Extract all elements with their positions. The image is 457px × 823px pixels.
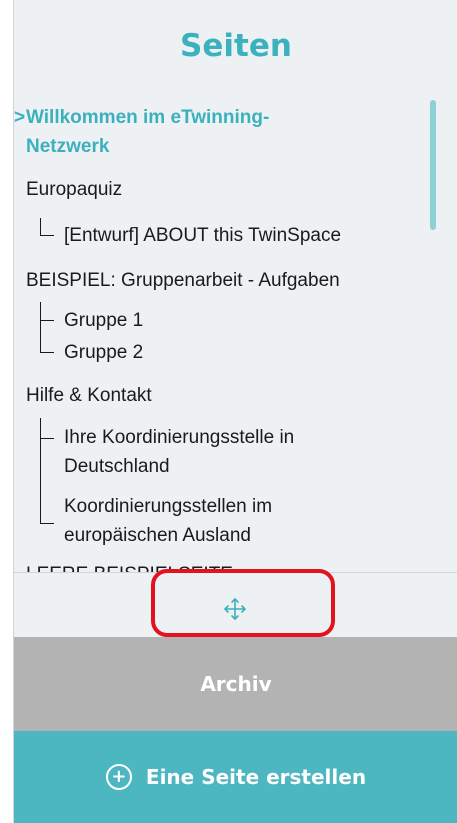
page-label-line2: europäischen Ausland	[64, 525, 251, 546]
tree-connector	[40, 438, 54, 439]
page-label-line1: Willkommen im eTwinning-	[26, 107, 270, 128]
page-label-line2: Deutschland	[64, 456, 170, 477]
tree-connector	[40, 235, 54, 236]
page-item-entwurf-about[interactable]: [Entwurf] ABOUT this TwinSpace	[64, 221, 341, 250]
chevron-right-icon: >	[14, 107, 26, 128]
pages-panel: Seiten > Willkommen im eTwinning- Netzwe…	[13, 0, 457, 823]
archive-button[interactable]: Archiv	[14, 637, 457, 731]
page-item-beispiel-gruppenarbeit[interactable]: BEISPIEL: Gruppenarbeit - Aufgaben	[26, 266, 340, 295]
page-item-europaquiz[interactable]: Europaquiz	[26, 175, 122, 204]
tree-connector	[40, 218, 41, 235]
archive-label: Archiv	[200, 672, 272, 696]
create-page-label: Eine Seite erstellen	[145, 765, 367, 789]
page-item-hilfe-kontakt[interactable]: Hilfe & Kontakt	[26, 381, 152, 410]
page-item-koordinierungsstelle-de[interactable]: Ihre Koordinierungsstelle in Deutschland	[64, 423, 294, 481]
page-item-koordinierungsstellen-ausland[interactable]: Koordinierungsstellen im europäischen Au…	[64, 492, 272, 550]
tree-connector	[40, 523, 54, 524]
tree-connector	[40, 418, 41, 523]
scrollbar[interactable]	[430, 100, 436, 230]
page-label-line1: Koordinierungsstellen im	[64, 496, 273, 517]
page-tree[interactable]: > Willkommen im eTwinning- Netzwerk Euro…	[14, 100, 432, 572]
page-item-willkommen[interactable]: > Willkommen im eTwinning- Netzwerk	[14, 103, 269, 161]
plus-circle-icon: +	[105, 764, 132, 790]
tree-connector	[40, 320, 54, 321]
tree-connector	[40, 352, 54, 353]
page-label-line1: Ihre Koordinierungsstelle in	[64, 427, 295, 448]
page-item-gruppe-1[interactable]: Gruppe 1	[64, 306, 143, 335]
create-page-button[interactable]: + Eine Seite erstellen	[14, 731, 457, 823]
tree-connector	[40, 302, 41, 352]
panel-title: Seiten	[180, 28, 292, 64]
highlight-annotation	[151, 569, 335, 637]
page-label-line2: Netzwerk	[26, 136, 110, 157]
page-item-gruppe-2[interactable]: Gruppe 2	[64, 338, 143, 367]
